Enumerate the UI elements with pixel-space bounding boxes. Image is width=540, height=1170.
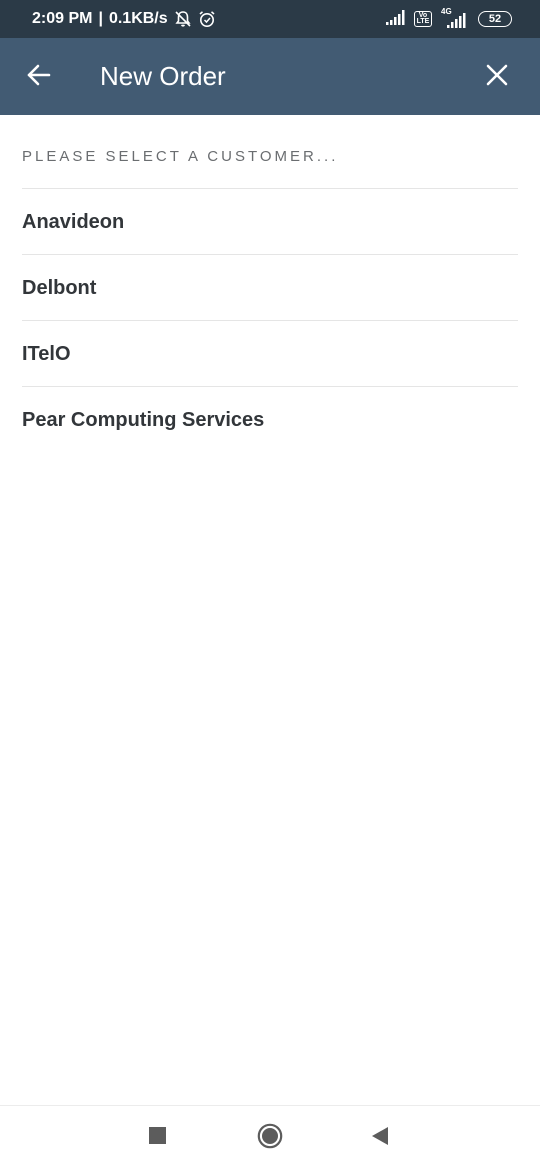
recents-button[interactable] [144,1124,172,1152]
list-item[interactable]: Delbont [22,255,518,321]
status-right: Vo LTE 4G 52 [386,0,512,38]
battery-level: 52 [488,13,502,25]
status-time: 2:09 PM [32,10,93,27]
battery-icon: 52 [478,11,512,27]
list-item[interactable]: Anavideon [22,189,518,255]
4g-signal-icon: 4G [438,7,472,28]
list-item[interactable]: ITelO [22,321,518,387]
volte-bottom-label: LTE [416,18,430,25]
close-button[interactable] [476,56,518,98]
recents-square-icon [149,1126,167,1150]
back-triangle-icon [370,1126,390,1151]
status-separator: | [98,10,103,27]
status-bar: 2:09 PM | 0.1KB/s Vo LTE 4G 52 [0,0,540,38]
nav-back-button[interactable] [366,1124,394,1152]
customer-list-header: PLEASE SELECT A CUSTOMER... [22,115,518,189]
home-button[interactable] [256,1123,284,1154]
list-item[interactable]: Pear Computing Services [22,387,518,453]
volte-icon: Vo LTE [414,11,432,27]
signal-icon [386,9,408,30]
close-icon [486,64,508,91]
customer-list: PLEASE SELECT A CUSTOMER... Anavideon De… [22,115,518,453]
notifications-off-icon [174,10,192,28]
arrow-left-icon [26,62,52,93]
status-speed: 0.1KB/s [108,10,168,27]
back-button[interactable] [18,56,60,98]
page-title: New Order [100,61,226,91]
status-left: 2:09 PM | 0.1KB/s [32,0,216,38]
home-circle-icon [257,1123,283,1154]
app-bar: New Order [0,38,540,115]
alarm-icon [198,10,216,28]
system-nav-bar [0,1105,540,1170]
